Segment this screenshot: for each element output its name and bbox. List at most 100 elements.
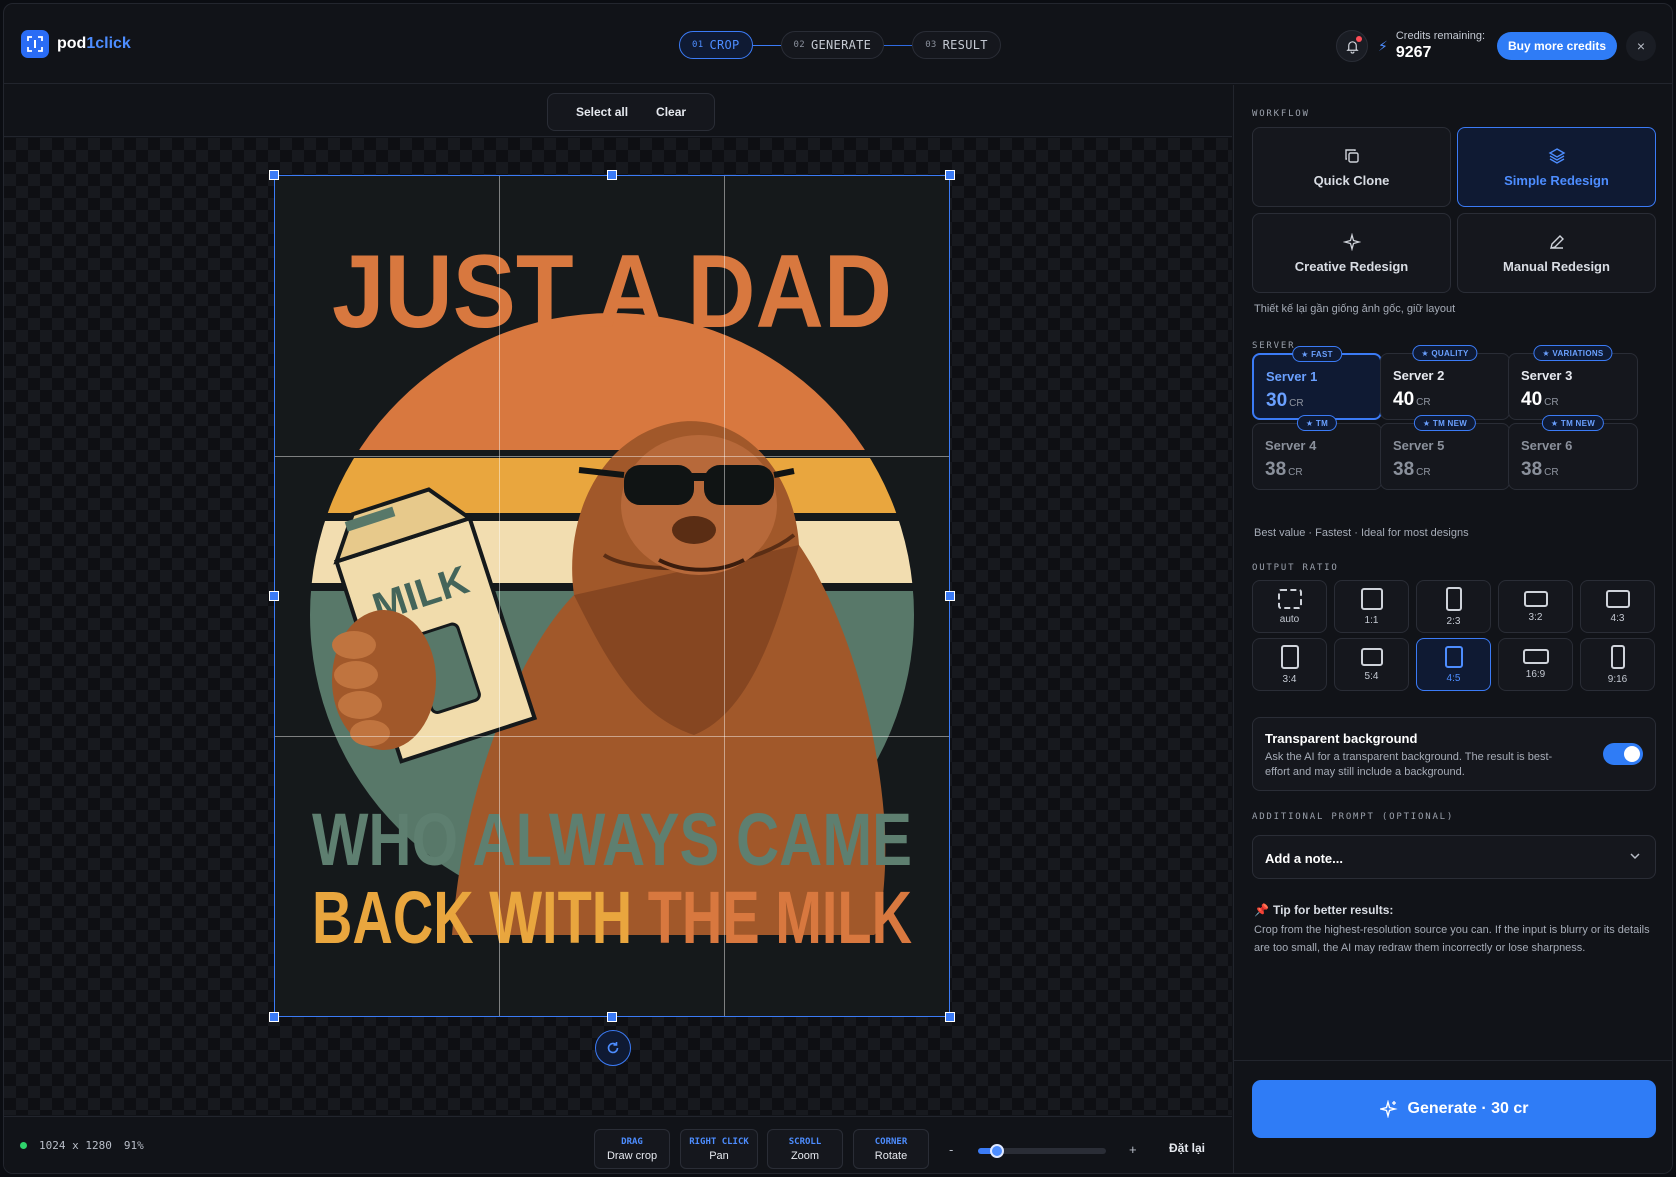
logo-icon bbox=[21, 30, 49, 58]
ratio-option-3x2[interactable]: 3:2 bbox=[1498, 580, 1573, 633]
ratio-label: 5:4 bbox=[1364, 670, 1379, 682]
step-result[interactable]: 03 RESULT bbox=[912, 31, 1001, 59]
server-name: Server 5 bbox=[1393, 438, 1445, 453]
server-2-option[interactable]: ★ QUALITY Server 2 40 CR bbox=[1380, 345, 1510, 420]
step-crop[interactable]: 01 CROP bbox=[679, 31, 753, 59]
crop-handle-bottom-right[interactable] bbox=[945, 1012, 955, 1022]
pencil-icon bbox=[1549, 234, 1564, 249]
workflow-label: WORKFLOW bbox=[1252, 109, 1310, 119]
generate-area: Generate · 30 cr bbox=[1234, 1060, 1672, 1173]
notifications-button[interactable] bbox=[1336, 30, 1368, 62]
crop-handle-top-right[interactable] bbox=[945, 170, 955, 180]
ratio-label: 4:3 bbox=[1610, 612, 1625, 624]
additional-prompt-dropdown[interactable]: Add a note... bbox=[1252, 835, 1656, 879]
reset-button[interactable]: Đặt lại bbox=[1169, 1141, 1205, 1155]
crop-handle-bottom[interactable] bbox=[607, 1012, 617, 1022]
ratio-option-auto[interactable]: auto bbox=[1252, 580, 1327, 633]
crop-frame[interactable] bbox=[274, 175, 950, 1017]
ratio-shape-icon bbox=[1523, 590, 1548, 607]
prompt-placeholder: Add a note... bbox=[1265, 851, 1343, 866]
step-connector bbox=[752, 44, 781, 46]
workflow-description: Thiết kế lại gần giống ảnh gốc, giữ layo… bbox=[1254, 303, 1456, 315]
workflow-quick-clone[interactable]: Quick Clone bbox=[1252, 127, 1451, 207]
transparent-background-card: Transparent background Ask the AI for a … bbox=[1252, 717, 1656, 791]
server-badge: ★ VARIATIONS bbox=[1533, 345, 1613, 361]
logo-text: pod1click bbox=[57, 35, 131, 52]
ratio-label: 1:1 bbox=[1364, 614, 1379, 626]
transparent-toggle[interactable] bbox=[1603, 743, 1643, 765]
server-4-option[interactable]: ★ TM Server 4 38 CR bbox=[1252, 415, 1382, 490]
ratio-option-9x16[interactable]: 9:16 bbox=[1580, 638, 1655, 691]
server-badge: ★ TM bbox=[1296, 415, 1338, 431]
ratio-shape-icon bbox=[1610, 644, 1625, 669]
pin-icon: 📌 bbox=[1254, 903, 1269, 917]
grid-line bbox=[499, 176, 500, 1016]
buy-credits-button[interactable]: Buy more credits bbox=[1497, 32, 1618, 60]
ratio-option-3x4[interactable]: 3:4 bbox=[1252, 638, 1327, 691]
zoom-slider-knob[interactable] bbox=[990, 1144, 1005, 1158]
ratio-option-2x3[interactable]: 2:3 bbox=[1416, 580, 1491, 633]
ratio-label: 4:5 bbox=[1446, 672, 1461, 684]
zoom-slider[interactable] bbox=[978, 1144, 1106, 1158]
workflow-manual-redesign[interactable]: Manual Redesign bbox=[1457, 213, 1656, 293]
ratio-label: auto bbox=[1279, 613, 1300, 625]
output-ratio-label: OUTPUT RATIO bbox=[1252, 563, 1339, 573]
server-name: Server 3 bbox=[1521, 368, 1573, 383]
select-all-button[interactable]: Select all bbox=[576, 105, 628, 119]
ratio-option-4x5[interactable]: 4:5 bbox=[1416, 638, 1491, 691]
server-badge: ★ TM NEW bbox=[1413, 415, 1477, 431]
transparent-description: Ask the AI for a transparent background.… bbox=[1265, 751, 1553, 778]
server-price: 38 CR bbox=[1521, 459, 1559, 480]
server-price: 40 CR bbox=[1521, 389, 1559, 410]
server-name: Server 2 bbox=[1393, 368, 1445, 383]
server-price: 30 CR bbox=[1266, 390, 1304, 411]
crop-handle-right[interactable] bbox=[945, 591, 955, 601]
rotate-handle[interactable] bbox=[595, 1030, 631, 1066]
crop-canvas[interactable]: MILK JUST A DAD WHO ALWAYS CAME BACK WIT… bbox=[4, 138, 1232, 1115]
ratio-shape-icon bbox=[1444, 645, 1463, 668]
status-dot bbox=[20, 1142, 27, 1149]
ratio-option-1x1[interactable]: 1:1 bbox=[1334, 580, 1409, 633]
ratio-shape-icon bbox=[1445, 586, 1462, 611]
clear-button[interactable]: Clear bbox=[656, 105, 686, 119]
tip-title: 📌 Tip for better results: bbox=[1254, 903, 1394, 917]
server-1-option[interactable]: ★ FAST Server 1 30 CR bbox=[1252, 346, 1382, 420]
grid-line bbox=[275, 456, 949, 457]
generate-button[interactable]: Generate · 30 cr bbox=[1252, 1080, 1656, 1138]
crop-handle-top[interactable] bbox=[607, 170, 617, 180]
copy-icon bbox=[1344, 148, 1359, 163]
step-indicator: 01 CROP 02 GENERATE 03 RESULT bbox=[679, 31, 1001, 59]
server-3-option[interactable]: ★ VARIATIONS Server 3 40 CR bbox=[1508, 345, 1638, 420]
app-window: pod1click 01 CROP 02 GENERATE 03 RESULT ⚡ C… bbox=[3, 3, 1673, 1174]
bottom-bar: 1024 x 1280 91% DRAG Draw crop RIGHT CLIC… bbox=[4, 1116, 1232, 1173]
zoom-percent: 91% bbox=[123, 1139, 144, 1152]
ratio-option-16x9[interactable]: 16:9 bbox=[1498, 638, 1573, 691]
ratio-option-4x3[interactable]: 4:3 bbox=[1580, 580, 1655, 633]
server-6-option[interactable]: ★ TM NEW Server 6 38 CR bbox=[1508, 415, 1638, 490]
workflow-simple-redesign[interactable]: Simple Redesign bbox=[1457, 127, 1656, 207]
header: pod1click 01 CROP 02 GENERATE 03 RESULT ⚡ C… bbox=[4, 4, 1672, 84]
close-icon[interactable]: × bbox=[1626, 31, 1656, 61]
server-description: Best value · Fastest · Ideal for most de… bbox=[1254, 527, 1469, 539]
server-5-option[interactable]: ★ TM NEW Server 5 38 CR bbox=[1380, 415, 1510, 490]
grid-line bbox=[275, 736, 949, 737]
workflow-creative-redesign[interactable]: Creative Redesign bbox=[1252, 213, 1451, 293]
server-label: SERVER bbox=[1252, 341, 1296, 351]
rotate-icon bbox=[607, 1042, 619, 1054]
ratio-shape-icon bbox=[1522, 649, 1549, 664]
ratio-option-5x4[interactable]: 5:4 bbox=[1334, 638, 1409, 691]
server-price: 38 CR bbox=[1393, 459, 1431, 480]
server-name: Server 4 bbox=[1265, 438, 1317, 453]
crop-handle-top-left[interactable] bbox=[269, 170, 279, 180]
credits-value: 9267 bbox=[1395, 44, 1432, 61]
crop-handle-left[interactable] bbox=[269, 591, 279, 601]
settings-panel: WORKFLOW Quick Clone Simple Redesign Cre… bbox=[1233, 85, 1672, 1173]
ratio-shape-icon bbox=[1360, 647, 1383, 666]
zoom-out-button[interactable]: - bbox=[949, 1142, 953, 1157]
crop-handle-bottom-left[interactable] bbox=[269, 1012, 279, 1022]
zoom-in-button[interactable]: + bbox=[1129, 1142, 1137, 1157]
sparkle-icon bbox=[1342, 232, 1361, 251]
server-badge: ★ TM NEW bbox=[1541, 415, 1605, 431]
sparkle-icon bbox=[1379, 1100, 1398, 1118]
step-generate[interactable]: 02 GENERATE bbox=[780, 31, 885, 59]
